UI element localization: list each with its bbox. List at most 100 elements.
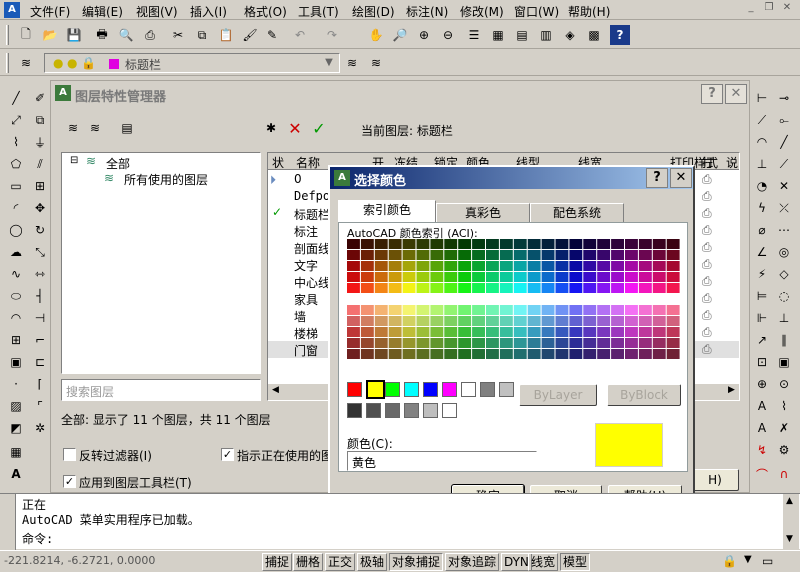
circle-icon[interactable]: ◯ bbox=[6, 220, 26, 240]
offset-icon[interactable]: ⫽ bbox=[30, 154, 50, 174]
layer-previous-icon[interactable]: ≋ bbox=[366, 53, 386, 73]
aci-color-cell[interactable] bbox=[583, 239, 597, 249]
search-layers-input[interactable]: 搜索图层 bbox=[61, 379, 261, 401]
aci-color-cell[interactable] bbox=[666, 261, 680, 271]
aci-color-cell[interactable] bbox=[347, 349, 360, 359]
apply-toolbar-checkbox[interactable]: ✓ bbox=[63, 475, 76, 488]
ortho-toggle[interactable]: 正交 bbox=[325, 553, 356, 571]
aci-color-cell[interactable] bbox=[458, 283, 472, 293]
aci-color-cell[interactable] bbox=[472, 283, 485, 293]
aci-color-cell[interactable] bbox=[597, 272, 611, 282]
spline-icon[interactable]: ∿ bbox=[6, 264, 26, 284]
markup-icon[interactable]: ◈ bbox=[560, 25, 580, 45]
aci-color-cell[interactable] bbox=[402, 316, 416, 326]
polyline-icon[interactable]: ⌇ bbox=[6, 132, 26, 152]
aci-color-cell[interactable] bbox=[444, 239, 458, 249]
aci-color-cell[interactable] bbox=[472, 316, 485, 326]
aci-color-cell[interactable] bbox=[472, 349, 485, 359]
aci-color-cell[interactable] bbox=[513, 250, 527, 260]
snap-tangent-icon[interactable]: ◌ bbox=[774, 286, 794, 306]
aci-color-cell[interactable] bbox=[611, 338, 624, 348]
menu-dimension[interactable]: 标注(N) bbox=[406, 3, 448, 20]
angular-icon[interactable]: ∠ bbox=[752, 242, 772, 262]
layer-row-name[interactable]: 墙 bbox=[294, 308, 306, 325]
grid-toggle[interactable]: 栅格 bbox=[293, 553, 324, 571]
aci-color-cell[interactable] bbox=[388, 272, 402, 282]
command-scrollbar[interactable]: ▲ ▼ bbox=[782, 494, 799, 549]
cut-icon[interactable]: ✂ bbox=[168, 25, 188, 45]
aci-color-cell[interactable] bbox=[583, 305, 597, 315]
menu-edit[interactable]: 编辑(E) bbox=[82, 3, 123, 20]
scroll-up-icon[interactable]: ▲ bbox=[786, 496, 793, 506]
aci-color-cell[interactable] bbox=[666, 283, 680, 293]
aci-color-cell[interactable] bbox=[374, 338, 388, 348]
aci-color-cell[interactable] bbox=[388, 239, 402, 249]
aci-color-cell[interactable] bbox=[402, 239, 416, 249]
aci-color-cell[interactable] bbox=[555, 250, 569, 260]
quick-dim-icon[interactable]: ⚡ bbox=[752, 264, 772, 284]
aci-color-cell[interactable] bbox=[555, 305, 569, 315]
aci-color-cell[interactable] bbox=[388, 349, 402, 359]
aci-color-cell[interactable] bbox=[444, 283, 458, 293]
aci-color-cell[interactable] bbox=[402, 272, 416, 282]
aci-color-cell[interactable] bbox=[666, 338, 680, 348]
aci-color-cell[interactable] bbox=[652, 283, 666, 293]
gray-color-swatch[interactable] bbox=[404, 403, 419, 418]
copy-icon[interactable]: ⧉ bbox=[192, 25, 212, 45]
aci-color-cell[interactable] bbox=[569, 305, 583, 315]
aci-color-cell[interactable] bbox=[527, 250, 541, 260]
baseline-icon[interactable]: ⊨ bbox=[752, 286, 772, 306]
open-file-icon[interactable]: 📂 bbox=[40, 25, 60, 45]
snap-parallel-icon[interactable]: ∥ bbox=[774, 330, 794, 350]
menu-help[interactable]: 帮助(H) bbox=[568, 3, 610, 20]
aci-color-cell[interactable] bbox=[666, 316, 680, 326]
standard-color-swatch[interactable] bbox=[366, 380, 385, 399]
bylayer-button[interactable]: ByLayer bbox=[519, 384, 597, 406]
aci-color-cell[interactable] bbox=[555, 283, 569, 293]
aci-color-cell[interactable] bbox=[416, 272, 430, 282]
aci-color-cell[interactable] bbox=[513, 349, 527, 359]
copy-object-icon[interactable]: ⧉ bbox=[30, 110, 50, 130]
ellipse-icon[interactable]: ⬭ bbox=[6, 286, 26, 306]
mirror-icon[interactable]: ⏚ bbox=[30, 132, 50, 152]
aligned-dim-icon[interactable]: ⟋ bbox=[752, 110, 772, 130]
snap-quadrant-icon[interactable]: ◇ bbox=[774, 264, 794, 284]
aci-color-cell[interactable] bbox=[360, 283, 374, 293]
table-icon[interactable]: ▦ bbox=[6, 442, 26, 462]
aci-color-cell[interactable] bbox=[527, 272, 541, 282]
aci-color-cell[interactable] bbox=[347, 239, 360, 249]
aci-color-cell[interactable] bbox=[347, 305, 360, 315]
toolbar-grip[interactable] bbox=[6, 25, 9, 45]
aci-color-cell[interactable] bbox=[360, 250, 374, 260]
menu-draw[interactable]: 绘图(D) bbox=[352, 3, 395, 20]
aci-color-cell[interactable] bbox=[652, 338, 666, 348]
aci-color-cell[interactable] bbox=[416, 261, 430, 271]
aci-color-cell[interactable] bbox=[652, 261, 666, 271]
aci-color-cell[interactable] bbox=[666, 272, 680, 282]
rectangle-icon[interactable]: ▭ bbox=[6, 176, 26, 196]
aci-color-cell[interactable] bbox=[569, 283, 583, 293]
aci-color-cell[interactable] bbox=[513, 239, 527, 249]
app-icon[interactable]: A bbox=[4, 2, 20, 18]
aci-color-cell[interactable] bbox=[611, 349, 624, 359]
aci-color-cell[interactable] bbox=[611, 239, 624, 249]
menu-view[interactable]: 视图(V) bbox=[136, 3, 178, 20]
aci-color-cell[interactable] bbox=[583, 316, 597, 326]
properties-icon[interactable]: ☰ bbox=[464, 25, 484, 45]
aci-color-cell[interactable] bbox=[597, 283, 611, 293]
aci-color-cell[interactable] bbox=[499, 283, 513, 293]
aci-color-cell[interactable] bbox=[583, 349, 597, 359]
make-current-icon[interactable]: ≋ bbox=[342, 53, 362, 73]
aci-color-cell[interactable] bbox=[458, 338, 472, 348]
aci-color-cell[interactable] bbox=[569, 272, 583, 282]
save-icon[interactable]: 💾 bbox=[64, 25, 84, 45]
standard-color-swatch[interactable] bbox=[480, 382, 495, 397]
gray-color-swatch[interactable] bbox=[423, 403, 438, 418]
aci-color-cell[interactable] bbox=[458, 349, 472, 359]
aci-color-cell[interactable] bbox=[402, 327, 416, 337]
aci-color-cell[interactable] bbox=[625, 316, 638, 326]
aci-color-cell[interactable] bbox=[583, 283, 597, 293]
standard-color-swatch[interactable] bbox=[442, 382, 457, 397]
aci-color-cell[interactable] bbox=[513, 305, 527, 315]
osnap-settings-icon[interactable]: ⚙ bbox=[774, 440, 794, 460]
